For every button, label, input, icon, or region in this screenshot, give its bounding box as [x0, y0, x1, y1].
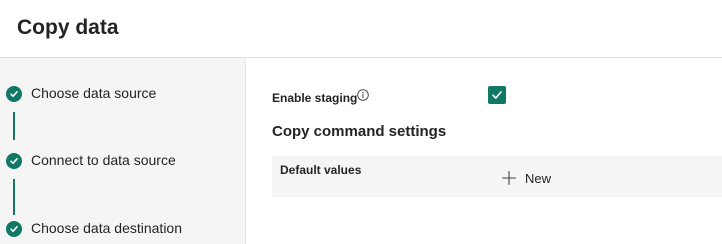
step-label: Choose data destination	[31, 220, 182, 236]
checkmark-circle-icon	[6, 221, 22, 237]
checkmark-circle-icon	[6, 86, 22, 102]
step-connect-to-data-source[interactable]: Connect to data source	[0, 151, 246, 175]
plus-icon	[501, 170, 517, 186]
step-label: Choose data source	[31, 85, 157, 101]
step-label: Connect to data source	[31, 152, 176, 168]
new-button-label: New	[525, 170, 552, 186]
enable-staging-label: Enable staging	[272, 91, 358, 105]
page-header: Copy data	[0, 0, 722, 58]
default-values-label: Default values	[280, 163, 362, 177]
settings-panel: Enable staging Copy command settings Def…	[247, 58, 722, 244]
wizard-steps-sidebar: Choose data source Connect to data sourc…	[0, 58, 246, 244]
page-title: Copy data	[17, 16, 119, 39]
checkmark-circle-icon	[6, 153, 22, 169]
checkmark-icon	[492, 91, 502, 99]
step-connector	[13, 112, 15, 140]
step-choose-data-destination[interactable]: Choose data destination	[0, 219, 246, 243]
info-icon[interactable]	[357, 88, 369, 101]
step-connector	[13, 179, 15, 215]
default-values-row: Default values New	[272, 156, 722, 197]
new-button[interactable]: New	[501, 169, 551, 187]
enable-staging-checkbox[interactable]	[488, 86, 506, 104]
step-choose-data-source[interactable]: Choose data source	[0, 84, 246, 108]
copy-command-settings-title: Copy command settings	[272, 123, 447, 140]
